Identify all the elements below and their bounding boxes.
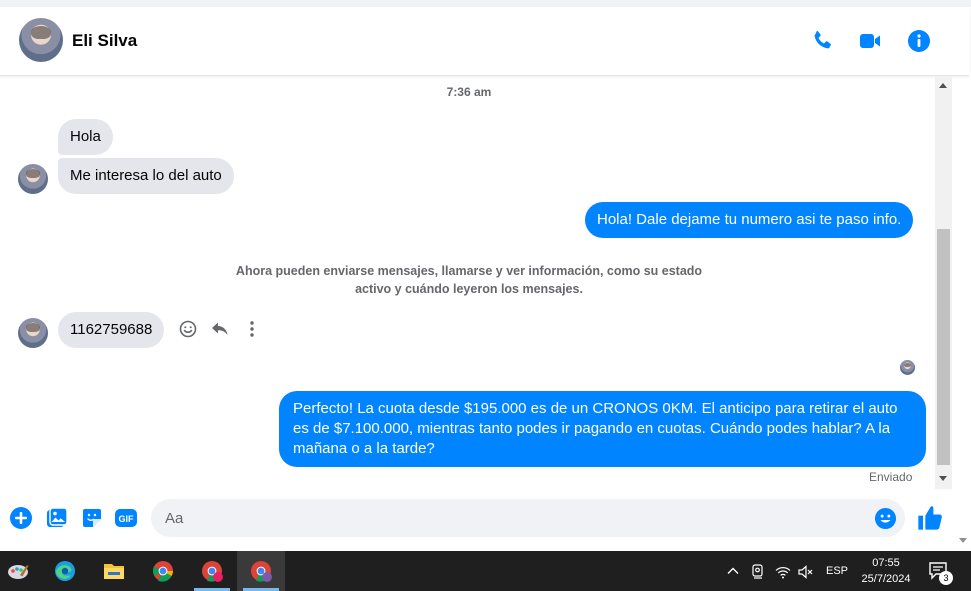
contact-avatar[interactable] bbox=[19, 18, 63, 62]
taskbar-chrome-profile[interactable] bbox=[188, 551, 236, 591]
input-language[interactable]: ESP bbox=[826, 565, 848, 577]
contact-avatar-small bbox=[18, 164, 48, 194]
sticker-icon[interactable] bbox=[80, 506, 104, 530]
taskbar-chrome[interactable] bbox=[139, 551, 187, 591]
chrome-profile-icon bbox=[202, 561, 223, 582]
seen-receipt-avatar bbox=[900, 360, 915, 375]
chrome-icon bbox=[153, 561, 173, 582]
outgoing-message[interactable]: Hola! Dale dejame tu numero asi te paso … bbox=[585, 202, 914, 238]
taskbar-edge[interactable] bbox=[41, 551, 89, 591]
volume-muted-icon[interactable] bbox=[797, 564, 813, 580]
windows-taskbar: ESP 07:55 25/7/2024 3 bbox=[0, 551, 971, 591]
system-clock[interactable]: 07:55 25/7/2024 bbox=[852, 555, 920, 587]
message-actions bbox=[178, 319, 262, 339]
react-emoji-icon[interactable] bbox=[178, 319, 198, 339]
chrome-profile-icon bbox=[251, 561, 272, 582]
gif-icon[interactable]: GIF bbox=[114, 506, 138, 530]
incoming-message[interactable]: Hola bbox=[58, 119, 113, 155]
video-camera-icon[interactable] bbox=[858, 29, 882, 53]
outgoing-message[interactable]: Perfecto! La cuota desde $195.000 es de … bbox=[279, 391, 926, 467]
message-list[interactable]: 7:36 am Hola Me interesa lo del auto Hol… bbox=[0, 77, 969, 489]
info-icon[interactable] bbox=[907, 29, 931, 53]
wifi-icon[interactable] bbox=[775, 564, 791, 580]
page-scroll-down-arrow[interactable] bbox=[959, 538, 967, 543]
plus-icon[interactable] bbox=[9, 506, 33, 530]
chat-header: Eli Silva bbox=[0, 7, 969, 76]
sent-status: Enviado bbox=[869, 470, 913, 484]
notification-count-badge: 3 bbox=[939, 571, 953, 585]
taskbar-file-explorer[interactable] bbox=[90, 551, 138, 591]
scrollbar-thumb[interactable] bbox=[937, 229, 950, 465]
svg-text:GIF: GIF bbox=[119, 514, 135, 524]
taskbar-chrome-active[interactable] bbox=[237, 551, 285, 591]
thumbs-up-icon[interactable] bbox=[916, 504, 944, 532]
emoji-icon[interactable] bbox=[874, 507, 897, 530]
incoming-message[interactable]: Me interesa lo del auto bbox=[58, 158, 234, 194]
incoming-message[interactable]: 1162759688 bbox=[58, 312, 165, 348]
message-timestamp: 7:36 am bbox=[446, 85, 492, 99]
clock-time: 07:55 bbox=[872, 557, 900, 569]
system-note: Ahora pueden enviarse mensajes, llamarse… bbox=[235, 264, 703, 296]
scroll-down-arrow[interactable] bbox=[939, 476, 947, 481]
scroll-up-arrow[interactable] bbox=[939, 83, 947, 88]
meet-now-icon[interactable] bbox=[750, 563, 766, 579]
contact-avatar-small bbox=[18, 318, 48, 348]
reply-icon[interactable] bbox=[210, 319, 230, 339]
edge-browser-icon bbox=[55, 561, 75, 581]
photo-gallery-icon[interactable] bbox=[45, 506, 69, 530]
phone-icon[interactable] bbox=[810, 29, 834, 53]
chevron-up-icon[interactable] bbox=[726, 564, 740, 578]
taskbar-start[interactable] bbox=[0, 551, 42, 591]
folder-icon bbox=[104, 564, 124, 579]
message-composer: GIF bbox=[0, 489, 969, 551]
message-scrollbar[interactable] bbox=[935, 77, 952, 489]
more-options-icon[interactable] bbox=[242, 319, 262, 339]
message-input[interactable] bbox=[151, 499, 905, 537]
contact-name[interactable]: Eli Silva bbox=[72, 31, 137, 51]
top-strip bbox=[0, 0, 971, 7]
clock-date: 25/7/2024 bbox=[861, 573, 911, 585]
messenger-window: Eli Silva 7:36 am Hola Me interesa lo de… bbox=[0, 0, 971, 591]
paint-app-icon bbox=[8, 565, 29, 579]
